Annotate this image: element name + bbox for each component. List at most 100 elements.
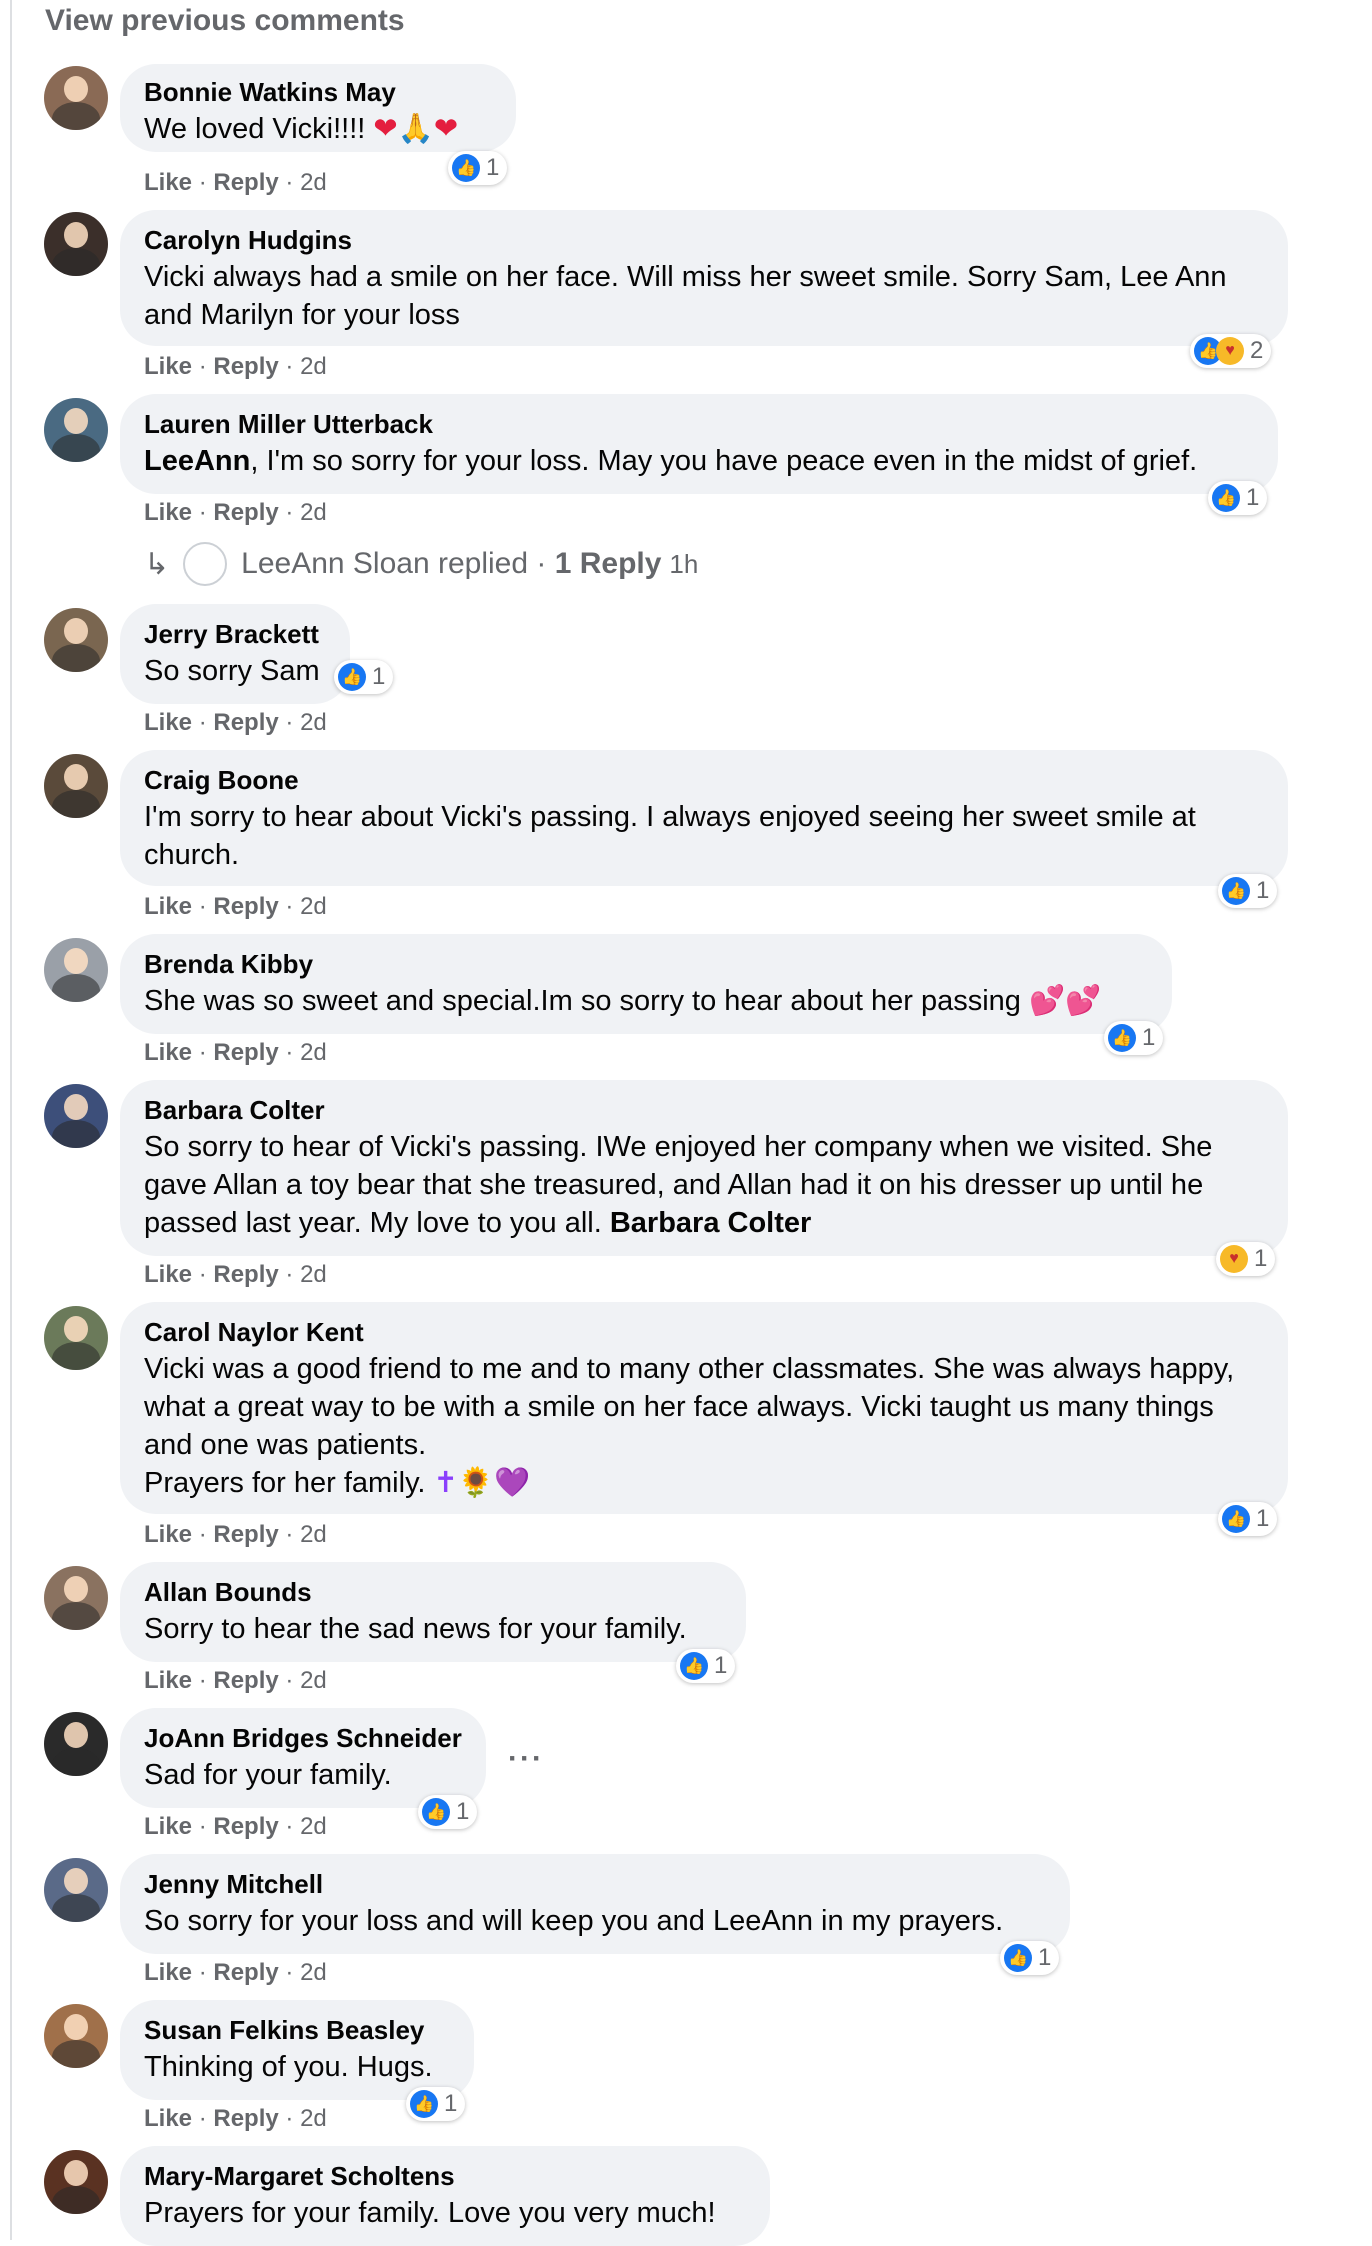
reaction-summary[interactable]: 👍 1 xyxy=(418,1795,478,1829)
avatar[interactable] xyxy=(44,2150,108,2214)
comment-bubble: Mary-Margaret Scholtens Prayers for your… xyxy=(120,2146,770,2246)
signature-mention[interactable]: Barbara Colter xyxy=(610,1207,811,1239)
comment-text: I'm sorry to hear about Vicki's passing.… xyxy=(144,801,1196,871)
like-button[interactable]: Like xyxy=(144,499,192,526)
reaction-summary[interactable]: 👍 1 xyxy=(1000,1941,1060,1975)
view-previous-comments-link[interactable]: View previous comments xyxy=(45,4,405,38)
avatar[interactable] xyxy=(44,1306,108,1370)
reaction-summary[interactable]: 👍 1 xyxy=(1218,1502,1278,1536)
comment-bubble: Brenda Kibby She was so sweet and specia… xyxy=(120,934,1172,1034)
comment-actions: Like · Reply · 2d xyxy=(144,1813,327,1840)
reaction-summary[interactable]: 👍 1 xyxy=(334,660,394,694)
commenter-name[interactable]: Jerry Brackett xyxy=(144,618,326,650)
reply-button[interactable]: Reply xyxy=(213,893,278,920)
like-reaction-icon: 👍 xyxy=(1108,1024,1136,1052)
like-button[interactable]: Like xyxy=(144,169,192,196)
avatar[interactable] xyxy=(44,938,108,1002)
avatar[interactable] xyxy=(44,2004,108,2068)
timestamp[interactable]: 2d xyxy=(300,169,327,196)
timestamp[interactable]: 2d xyxy=(300,1959,327,1986)
commenter-name[interactable]: JoAnn Bridges Schneider xyxy=(144,1722,462,1754)
reaction-summary[interactable]: 👍 1 xyxy=(1208,481,1268,515)
timestamp[interactable]: 2d xyxy=(300,1667,327,1694)
reply-button[interactable]: Reply xyxy=(213,1667,278,1694)
comment-bubble: Jenny Mitchell So sorry for your loss an… xyxy=(120,1854,1070,1954)
reply-button[interactable]: Reply xyxy=(213,1261,278,1288)
avatar[interactable] xyxy=(44,212,108,276)
reaction-summary[interactable]: ♥ 1 xyxy=(1216,1242,1276,1276)
commenter-name[interactable]: Susan Felkins Beasley xyxy=(144,2014,450,2046)
commenter-name[interactable]: Craig Boone xyxy=(144,764,1264,796)
like-button[interactable]: Like xyxy=(144,709,192,736)
mention[interactable]: LeeAnn xyxy=(144,445,250,477)
commenter-name[interactable]: Carol Naylor Kent xyxy=(144,1316,1264,1348)
like-button[interactable]: Like xyxy=(144,1261,192,1288)
like-reaction-icon: 👍 xyxy=(1004,1944,1032,1972)
avatar[interactable] xyxy=(44,66,108,130)
care-reaction-icon: ♥ xyxy=(1216,337,1244,365)
reaction-summary[interactable]: 👍 ♥ 2 xyxy=(1190,334,1272,368)
comment-bubble: Jerry Brackett So sorry Sam xyxy=(120,604,350,704)
like-button[interactable]: Like xyxy=(144,1521,192,1548)
reply-button[interactable]: Reply xyxy=(213,709,278,736)
commenter-name[interactable]: Lauren Miller Utterback xyxy=(144,408,1254,440)
view-replies-link[interactable]: ↳ LeeAnn Sloan replied · 1 Reply 1h xyxy=(144,540,698,588)
like-reaction-icon: 👍 xyxy=(410,2090,438,2118)
comment-bubble: Lauren Miller Utterback LeeAnn, I'm so s… xyxy=(120,394,1278,494)
avatar[interactable] xyxy=(44,1566,108,1630)
timestamp[interactable]: 2d xyxy=(300,709,327,736)
reply-button[interactable]: Reply xyxy=(213,499,278,526)
timestamp[interactable]: 2d xyxy=(300,1521,327,1548)
timestamp[interactable]: 2d xyxy=(300,1813,327,1840)
avatar[interactable] xyxy=(44,1084,108,1148)
emoji: 💕💕 xyxy=(1028,985,1102,1017)
timestamp[interactable]: 2d xyxy=(300,353,327,380)
like-button[interactable]: Like xyxy=(144,2105,192,2132)
comment-text: So sorry to hear of Vicki's passing. IWe… xyxy=(144,1131,1213,1239)
commenter-name[interactable]: Jenny Mitchell xyxy=(144,1868,1046,1900)
like-button[interactable]: Like xyxy=(144,1813,192,1840)
commenter-name[interactable]: Carolyn Hudgins xyxy=(144,224,1264,256)
avatar[interactable] xyxy=(44,1712,108,1776)
reply-button[interactable]: Reply xyxy=(213,169,278,196)
commenter-name[interactable]: Brenda Kibby xyxy=(144,948,1148,980)
like-button[interactable]: Like xyxy=(144,1667,192,1694)
timestamp[interactable]: 2d xyxy=(300,1039,327,1066)
emoji: ✝🌻💜 xyxy=(433,1467,531,1499)
comment-actions: Like · Reply · 2d xyxy=(144,1521,327,1548)
timestamp[interactable]: 2d xyxy=(300,893,327,920)
reaction-summary[interactable]: 👍 1 xyxy=(1218,874,1278,908)
reply-button[interactable]: Reply xyxy=(213,1039,278,1066)
reply-button[interactable]: Reply xyxy=(213,1521,278,1548)
avatar[interactable] xyxy=(44,1858,108,1922)
reply-button[interactable]: Reply xyxy=(213,2105,278,2132)
like-button[interactable]: Like xyxy=(144,1039,192,1066)
reaction-summary[interactable]: 👍 1 xyxy=(406,2087,466,2121)
like-button[interactable]: Like xyxy=(144,893,192,920)
commenter-name[interactable]: Bonnie Watkins May xyxy=(144,76,492,108)
timestamp[interactable]: 2d xyxy=(300,1261,327,1288)
comment-text: Vicki was a good friend to me and to man… xyxy=(144,1353,1235,1461)
timestamp[interactable]: 2d xyxy=(300,2105,327,2132)
commenter-name[interactable]: Mary-Margaret Scholtens xyxy=(144,2160,746,2192)
like-button[interactable]: Like xyxy=(144,353,192,380)
comment-actions: Like · Reply · 2d xyxy=(144,1039,327,1066)
reaction-summary[interactable]: 👍 1 xyxy=(1104,1021,1164,1055)
commenter-name[interactable]: Barbara Colter xyxy=(144,1094,1264,1126)
reaction-summary[interactable]: 👍 1 xyxy=(448,151,508,185)
reply-button[interactable]: Reply xyxy=(213,1959,278,1986)
reply-button[interactable]: Reply xyxy=(213,1813,278,1840)
comment-text: So sorry Sam xyxy=(144,655,320,687)
left-border xyxy=(0,0,12,2240)
like-button[interactable]: Like xyxy=(144,1959,192,1986)
more-options-icon[interactable]: ··· xyxy=(508,1742,544,1776)
avatar[interactable] xyxy=(44,754,108,818)
reaction-summary[interactable]: 👍 1 xyxy=(676,1649,736,1683)
timestamp[interactable]: 2d xyxy=(300,499,327,526)
avatar[interactable] xyxy=(44,608,108,672)
like-reaction-icon: 👍 xyxy=(338,663,366,691)
timestamp: 1h xyxy=(669,549,699,579)
commenter-name[interactable]: Allan Bounds xyxy=(144,1576,722,1608)
reply-button[interactable]: Reply xyxy=(213,353,278,380)
avatar[interactable] xyxy=(44,398,108,462)
